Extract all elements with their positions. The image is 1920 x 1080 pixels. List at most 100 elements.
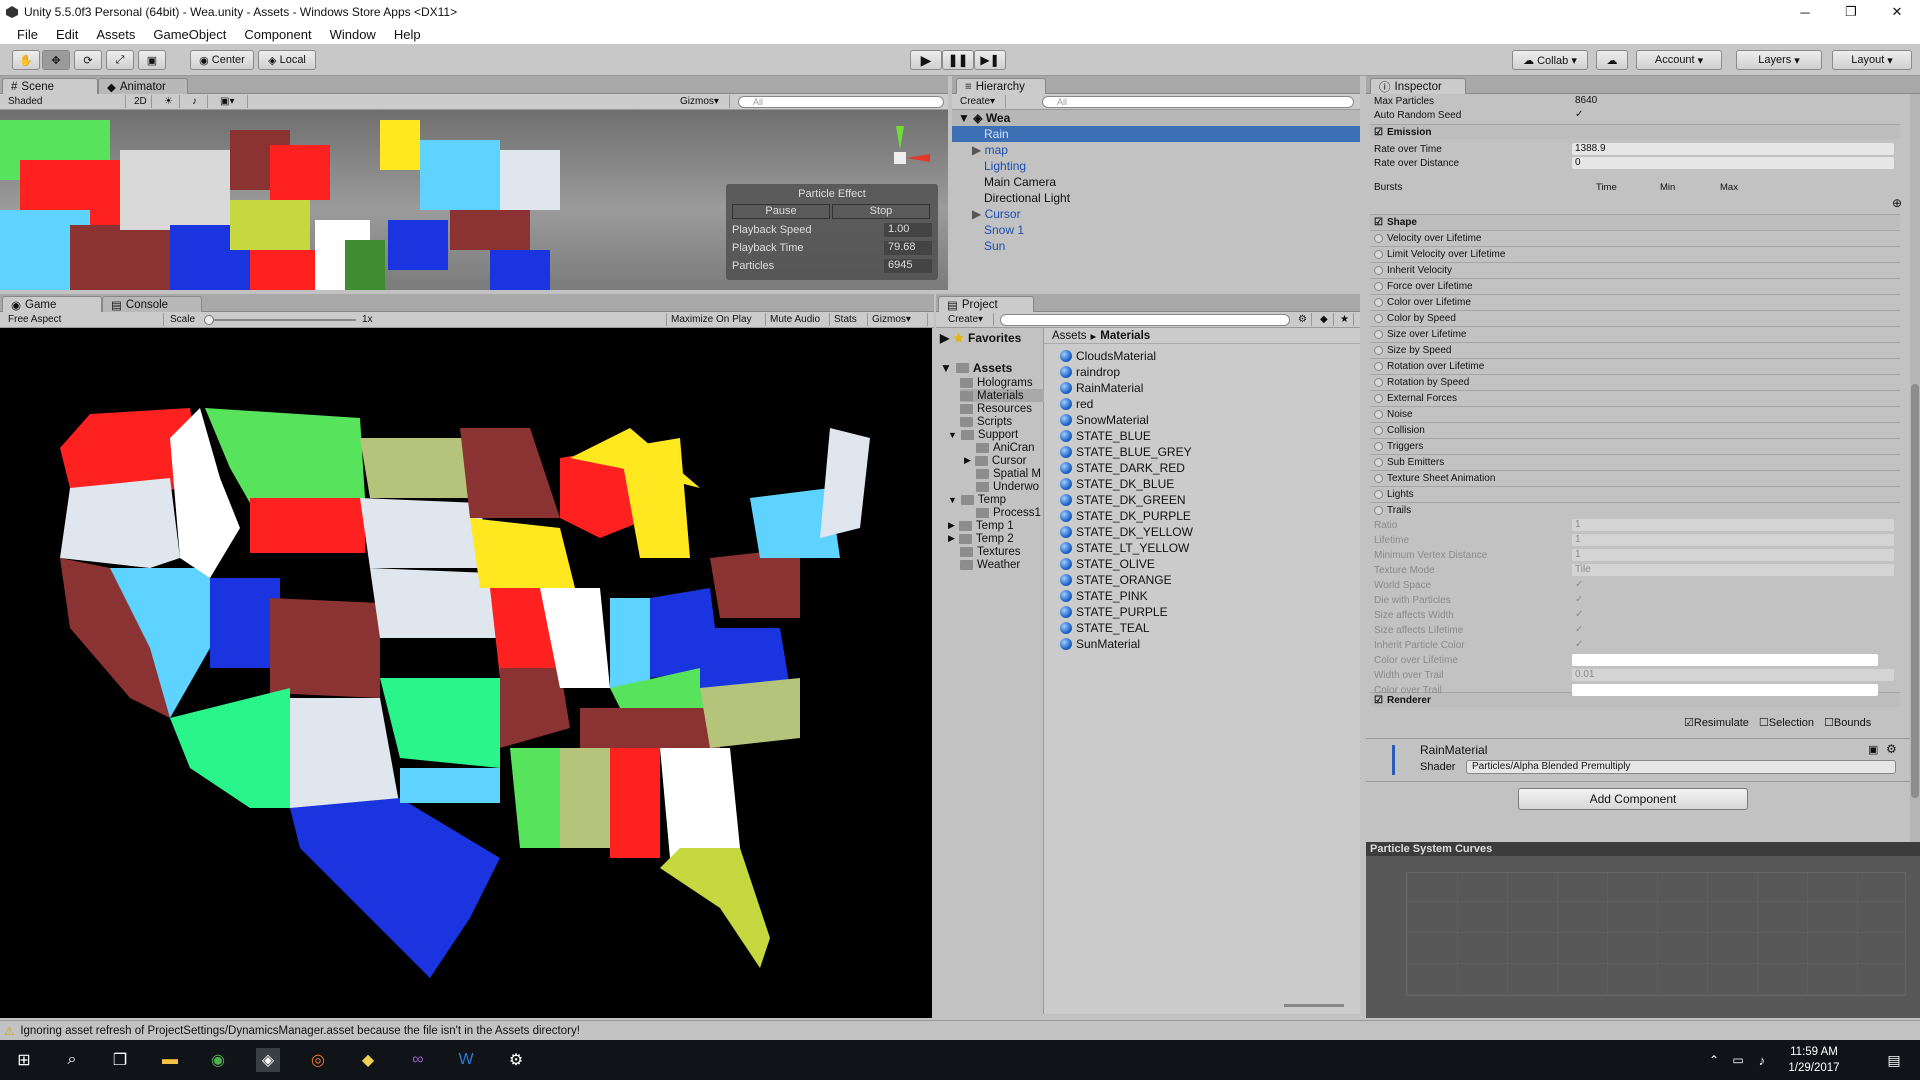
project-folder[interactable]: AniCran — [976, 441, 1035, 454]
material-asset[interactable]: STATE_DK_YELLOW — [1060, 524, 1193, 540]
git-icon[interactable]: ◆ — [356, 1048, 380, 1072]
tray-chevron-icon[interactable]: ⌃ — [1702, 1048, 1726, 1072]
project-create-dropdown[interactable]: Create ▾ — [944, 313, 994, 326]
word-icon[interactable]: W — [454, 1048, 478, 1072]
effects-toggle-icon[interactable]: ▣▾ — [216, 95, 248, 108]
step-button[interactable]: ▶❚ — [974, 50, 1006, 70]
material-asset[interactable]: STATE_BLUE — [1060, 428, 1151, 444]
cloud-services-button[interactable]: ☁ — [1596, 50, 1628, 70]
auto-random-seed-checkbox[interactable]: ✓ — [1572, 109, 1894, 121]
menu-gameobject[interactable]: GameObject — [144, 27, 235, 42]
module-toggle-icon[interactable] — [1374, 505, 1383, 515]
project-folder[interactable]: ▶ Cursor — [964, 454, 1026, 467]
material-asset[interactable]: STATE_DK_GREEN — [1060, 492, 1186, 508]
material-asset[interactable]: STATE_ORANGE — [1060, 572, 1172, 588]
maximize-on-play-toggle[interactable]: Maximize On Play — [666, 313, 766, 326]
trail-prop-field[interactable] — [1572, 654, 1878, 666]
audio-toggle-icon[interactable]: ♪ — [188, 95, 208, 108]
add-component-button[interactable]: Add Component — [1518, 788, 1748, 810]
material-asset[interactable]: STATE_TEAL — [1060, 620, 1150, 636]
checkbox-checked-icon[interactable]: ☑ — [1374, 127, 1383, 138]
module-toggle-icon[interactable] — [1374, 361, 1383, 371]
module-texture-sheet-animation[interactable]: Texture Sheet Animation — [1370, 470, 1900, 485]
scale-slider[interactable] — [208, 319, 356, 321]
scale-slider-handle[interactable] — [204, 315, 214, 325]
notifications-icon[interactable]: ▤ — [1882, 1048, 1906, 1072]
project-folder[interactable]: Process1 — [976, 506, 1041, 519]
module-triggers[interactable]: Triggers — [1370, 438, 1900, 453]
project-folder[interactable]: Materials — [960, 389, 1044, 402]
trail-prop-field[interactable] — [1572, 684, 1878, 696]
project-folder[interactable]: Holograms — [960, 376, 1033, 389]
material-asset[interactable]: STATE_PURPLE — [1060, 604, 1168, 620]
assets-node[interactable]: ▼ Assets — [940, 360, 1012, 376]
volume-icon[interactable]: ♪ — [1750, 1048, 1774, 1072]
pivot-center-button[interactable]: ◉ Center — [190, 50, 254, 70]
status-bar[interactable]: ⚠ Ignoring asset refresh of ProjectSetti… — [0, 1020, 1920, 1040]
material-asset[interactable]: red — [1060, 396, 1093, 412]
resimulate-toggle[interactable]: ☑Resimulate — [1684, 716, 1749, 730]
hierarchy-item-lighting[interactable]: Lighting — [952, 158, 1360, 174]
rate-over-time-field[interactable]: 1388.9 — [1572, 143, 1894, 155]
gizmos-dropdown[interactable]: Gizmos ▾ — [676, 95, 730, 108]
trail-prop-field[interactable]: ✓ — [1572, 579, 1894, 591]
menu-file[interactable]: File — [8, 27, 47, 42]
playback-time-value[interactable]: 79.68 — [884, 241, 932, 255]
game-viewport[interactable] — [0, 328, 932, 1018]
trail-prop-field[interactable]: ✓ — [1572, 624, 1894, 636]
module-shape[interactable]: ☑ Shape — [1370, 214, 1900, 229]
tab-animator[interactable]: ◆ Animator — [98, 78, 188, 94]
tab-project[interactable]: ▤ Project — [938, 296, 1034, 312]
favorites-node[interactable]: ▶ ★ Favorites — [940, 330, 1021, 346]
rect-tool-button[interactable]: ▣ — [138, 50, 166, 70]
breadcrumb-assets[interactable]: Assets — [1052, 330, 1087, 342]
rotate-tool-button[interactable]: ⟳ — [74, 50, 102, 70]
module-lights[interactable]: Lights — [1370, 486, 1900, 501]
material-asset[interactable]: RainMaterial — [1060, 380, 1143, 396]
trail-prop-field[interactable]: ✓ — [1572, 609, 1894, 621]
scale-tool-button[interactable]: ⤢ — [106, 50, 134, 70]
module-toggle-icon[interactable] — [1374, 409, 1383, 419]
gizmos-toggle[interactable]: Gizmos ▾ — [868, 313, 928, 326]
module-size-by-speed[interactable]: Size by Speed — [1370, 342, 1900, 357]
material-asset[interactable]: STATE_DARK_RED — [1060, 460, 1185, 476]
project-folder[interactable]: Resources — [960, 402, 1032, 415]
particle-stop-button[interactable]: Stop — [832, 204, 930, 219]
menu-window[interactable]: Window — [321, 27, 385, 42]
filter-type-icon[interactable]: ⚙ — [1294, 313, 1312, 326]
visual-studio-icon[interactable]: ∞ — [406, 1048, 430, 1072]
hierarchy-item-directional-light[interactable]: Directional Light — [952, 190, 1360, 206]
menu-component[interactable]: Component — [235, 27, 320, 42]
material-asset[interactable]: SnowMaterial — [1060, 412, 1149, 428]
module-toggle-icon[interactable] — [1374, 249, 1383, 259]
trail-prop-field[interactable]: 1 — [1572, 549, 1894, 561]
move-tool-button[interactable]: ✥ — [42, 50, 70, 70]
module-color-over-lifetime[interactable]: Color over Lifetime — [1370, 294, 1900, 309]
mute-audio-toggle[interactable]: Mute Audio — [766, 313, 830, 326]
trail-prop-field[interactable]: ✓ — [1572, 639, 1894, 651]
particle-pause-button[interactable]: Pause — [732, 204, 830, 219]
menu-edit[interactable]: Edit — [47, 27, 87, 42]
material-asset[interactable]: STATE_DK_BLUE — [1060, 476, 1174, 492]
rate-over-distance-field[interactable]: 0 — [1572, 157, 1894, 169]
trail-prop-field[interactable]: 0.01 — [1572, 669, 1894, 681]
material-asset[interactable]: STATE_BLUE_GREY — [1060, 444, 1192, 460]
project-folder[interactable]: ▶ Temp 1 — [948, 519, 1014, 532]
scene-gizmo[interactable] — [870, 126, 930, 186]
module-toggle-icon[interactable] — [1374, 313, 1383, 323]
tab-hierarchy[interactable]: ≡ Hierarchy — [956, 78, 1046, 94]
hierarchy-item-cursor[interactable]: ▶ Cursor — [952, 206, 1360, 222]
module-toggle-icon[interactable] — [1374, 393, 1383, 403]
account-dropdown[interactable]: Account ▾ — [1636, 50, 1722, 70]
pivot-local-button[interactable]: ◈ Local — [258, 50, 316, 70]
module-collision[interactable]: Collision — [1370, 422, 1900, 437]
filter-label-icon[interactable]: ◆ — [1316, 313, 1334, 326]
hierarchy-item-sun[interactable]: Sun — [952, 238, 1360, 254]
curves-grid[interactable] — [1406, 872, 1906, 996]
module-toggle-icon[interactable] — [1374, 281, 1383, 291]
module-toggle-icon[interactable] — [1374, 457, 1383, 467]
bounds-toggle[interactable]: ☐Bounds — [1824, 716, 1871, 730]
hierarchy-item-map[interactable]: ▶ map — [952, 142, 1360, 158]
checkbox-checked-icon[interactable]: ☑ — [1374, 217, 1383, 228]
add-burst-icon[interactable]: ⊕ — [1892, 196, 1902, 210]
